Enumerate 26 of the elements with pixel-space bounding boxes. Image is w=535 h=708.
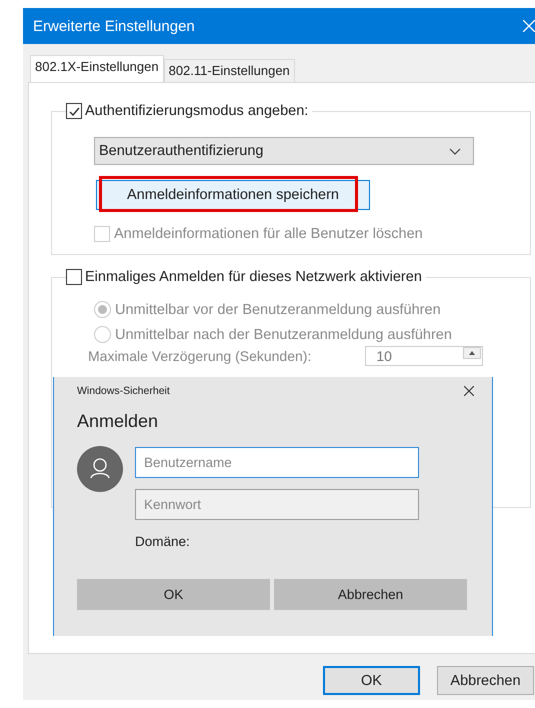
radio-label: Unmittelbar vor der Benutzeranmeldung ausführen (115, 302, 441, 318)
checkbox[interactable] (66, 103, 82, 119)
mode-dropdown[interactable]: Benutzerauthentifizierung (94, 137, 474, 165)
dialog-button[interactable]: Abbrechen (274, 579, 467, 610)
tab[interactable]: 802.11-Einstellungen (164, 59, 295, 82)
tab[interactable]: 802.1X-Einstellungen (30, 55, 164, 82)
checkbox[interactable] (66, 269, 82, 285)
dialog-button[interactable]: OK (323, 666, 420, 695)
close-icon[interactable] (464, 386, 474, 396)
chevron-icon (449, 148, 461, 154)
dialog-heading: Anmelden (77, 411, 160, 432)
radio-label: Unmittelbar nach der Benutzeranmeldung ausführen (115, 326, 452, 342)
checkbox-label: Einmaliges Anmelden für dieses Netzwerk aktivieren (85, 269, 422, 285)
username-field[interactable]: Benutzername (135, 447, 419, 478)
checkbox-label: Authentifizierungsmodus angeben: (85, 103, 308, 119)
password-field[interactable]: Kennwort (135, 489, 419, 520)
dialog-button[interactable]: Abbrechen (437, 666, 534, 695)
delay-label: Maximale Verzögerung (Sekunden): (88, 348, 312, 364)
checkbox-label: Anmeldeinformationen für alle Benutzer löschen (114, 226, 423, 242)
dialog-title: Windows-Sicherheit (77, 385, 170, 397)
save-credentials-button[interactable]: Anmeldeinformationen speichern (96, 180, 370, 210)
window-title: Erweiterte Einstellungen (33, 18, 195, 34)
delay-spinbox[interactable]: 10 (365, 346, 484, 366)
user-avatar-icon (77, 446, 123, 492)
domain-label: Domäne: (135, 534, 191, 549)
dialog-button[interactable]: OK (77, 579, 270, 610)
